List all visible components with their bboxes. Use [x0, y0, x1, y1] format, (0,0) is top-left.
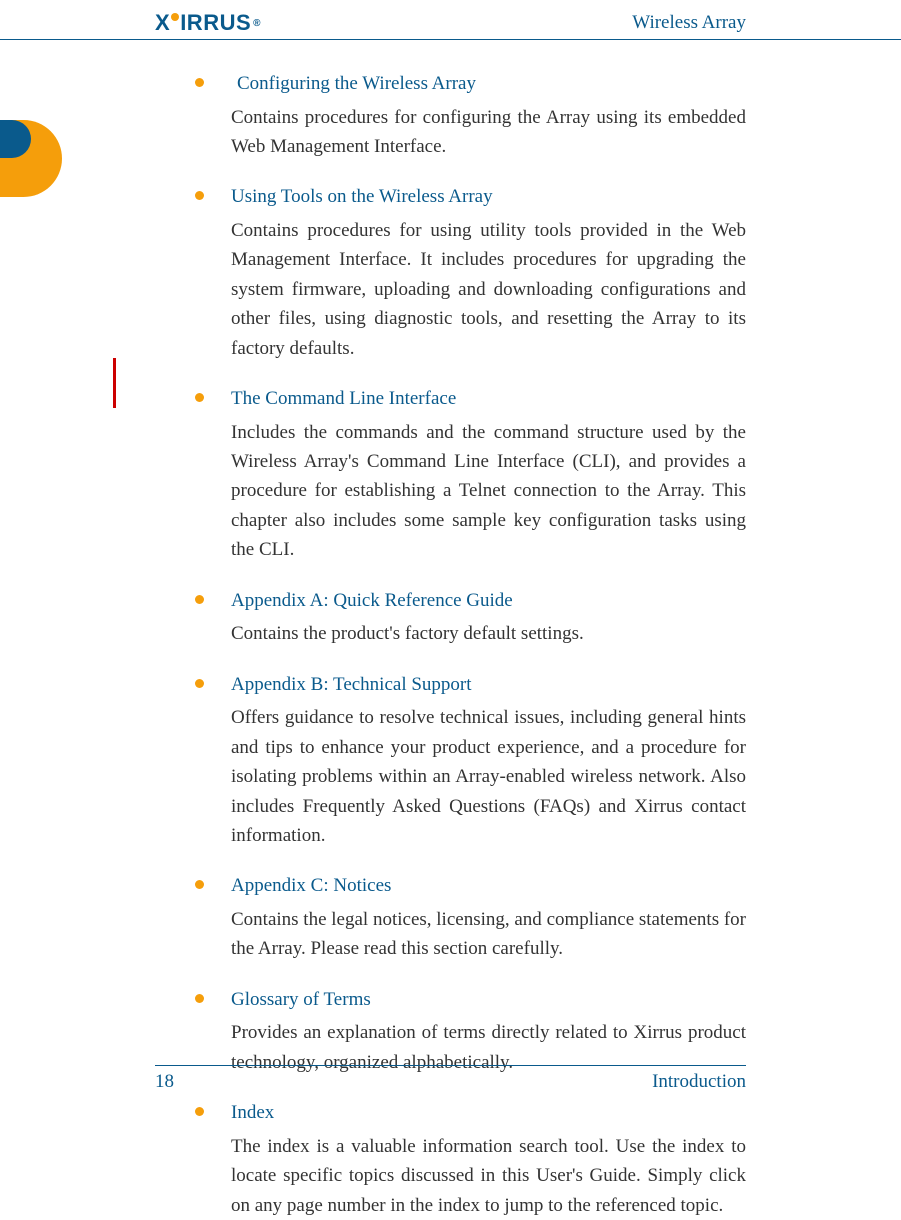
bullet-icon — [195, 1107, 204, 1116]
list-item: Appendix A: Quick Reference Guide Contai… — [195, 587, 746, 649]
section-description: Includes the commands and the command st… — [231, 418, 746, 565]
list-item: Appendix B: Technical Support Offers gui… — [195, 671, 746, 851]
section-link[interactable]: The Command Line Interface — [231, 385, 746, 414]
bullet-icon — [195, 595, 204, 604]
list-item: Using Tools on the Wireless Array Contai… — [195, 183, 746, 363]
document-page: XIRRUS® Wireless Array Configuring the W… — [0, 0, 901, 1133]
section-description: Contains procedures for using utility to… — [231, 216, 746, 363]
list-item: Glossary of Terms Provides an explanatio… — [195, 986, 746, 1077]
section-description: The index is a valuable information sear… — [231, 1132, 746, 1220]
page-header: XIRRUS® Wireless Array — [0, 10, 901, 40]
page-tab-decoration — [0, 120, 62, 197]
bullet-icon — [195, 191, 204, 200]
section-link[interactable]: Using Tools on the Wireless Array — [231, 183, 746, 212]
footer-section-name: Introduction — [652, 1071, 746, 1093]
section-description: Offers guidance to resolve technical iss… — [231, 703, 746, 850]
page-footer: 18 Introduction — [155, 1065, 746, 1093]
list-item: Configuring the Wireless Array Contains … — [195, 70, 746, 161]
header-title: Wireless Array — [632, 12, 746, 34]
bullet-icon — [195, 880, 204, 889]
bullet-icon — [195, 393, 204, 402]
content-area: Configuring the Wireless Array Contains … — [0, 70, 901, 1220]
company-logo: XIRRUS® — [155, 10, 261, 36]
page-number: 18 — [155, 1071, 174, 1093]
section-description: Contains the product's factory default s… — [231, 619, 746, 648]
list-item: Index The index is a valuable informatio… — [195, 1099, 746, 1220]
logo-text: XIRRUS® — [155, 10, 261, 36]
bullet-icon — [195, 994, 204, 1003]
section-link[interactable]: Appendix C: Notices — [231, 872, 746, 901]
section-link[interactable]: Configuring the Wireless Array — [237, 70, 746, 99]
section-link[interactable]: Appendix B: Technical Support — [231, 671, 746, 700]
bullet-icon — [195, 78, 204, 87]
list-item: Appendix C: Notices Contains the legal n… — [195, 872, 746, 963]
list-item: The Command Line Interface Includes the … — [195, 385, 746, 565]
section-description: Contains procedures for configuring the … — [231, 103, 746, 162]
section-link[interactable]: Glossary of Terms — [231, 986, 746, 1015]
section-link[interactable]: Appendix A: Quick Reference Guide — [231, 587, 746, 616]
section-link[interactable]: Index — [231, 1099, 746, 1128]
revision-bar-icon — [113, 358, 116, 408]
bullet-icon — [195, 679, 204, 688]
section-description: Contains the legal notices, licensing, a… — [231, 905, 746, 964]
